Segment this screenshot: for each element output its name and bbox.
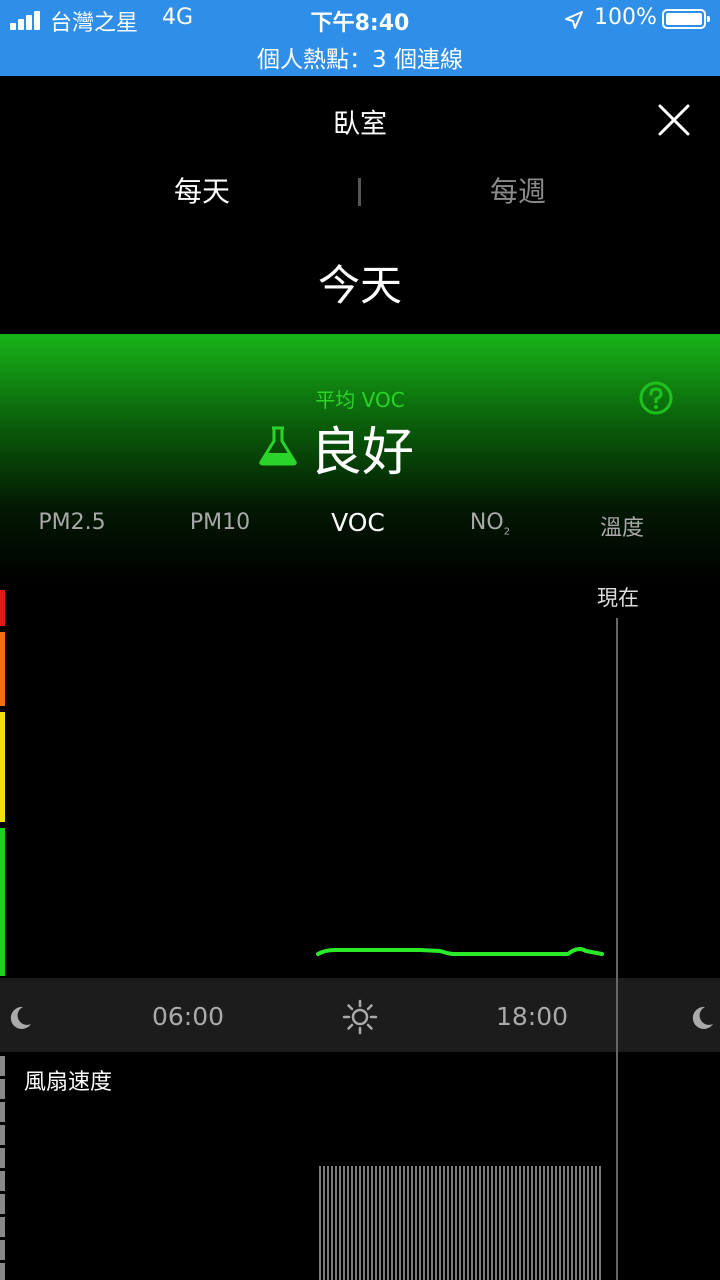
moon-icon — [10, 1006, 31, 1029]
close-icon[interactable] — [652, 98, 696, 142]
time-label-18: 18:00 — [495, 1002, 569, 1031]
tab-voc[interactable]: VOC — [298, 508, 418, 537]
sun-icon — [342, 999, 378, 1035]
average-voc-label: 平均 VOC — [315, 388, 405, 412]
date-label: 今天 — [317, 261, 402, 310]
fan-speed-chart — [319, 1166, 601, 1280]
no2-label: NO — [469, 510, 504, 535]
fan-speed-label: 風扇速度 — [24, 1070, 113, 1095]
voc-line — [316, 947, 604, 956]
tab-no2[interactable]: NO2 — [430, 510, 550, 537]
location-arrow-icon — [565, 11, 583, 29]
tab-divider — [358, 178, 361, 206]
room-title: 臥室 — [333, 109, 387, 140]
now-label: 現在 — [597, 586, 639, 610]
quality-rating: 良好 — [310, 423, 415, 483]
tab-temperature[interactable]: 溫度 — [562, 510, 682, 542]
flask-icon — [259, 426, 297, 466]
tab-daily[interactable]: 每天 — [142, 170, 262, 210]
tab-pm25[interactable]: PM2.5 — [12, 510, 132, 535]
status-row: 台灣之星 4G 下午8:40 100% — [0, 0, 720, 40]
help-icon[interactable] — [638, 380, 674, 416]
voc-chart — [316, 947, 604, 956]
tab-weekly[interactable]: 每週 — [458, 170, 578, 210]
tab-pm10[interactable]: PM10 — [160, 510, 280, 535]
battery-icon — [662, 9, 710, 29]
battery-percent: 100% — [594, 5, 657, 30]
moon-icon — [692, 1006, 713, 1029]
hotspot-banner[interactable]: 個人熱點：3 個連線 — [0, 40, 720, 74]
no2-subscript: 2 — [503, 526, 511, 538]
time-label-06: 06:00 — [151, 1002, 225, 1031]
